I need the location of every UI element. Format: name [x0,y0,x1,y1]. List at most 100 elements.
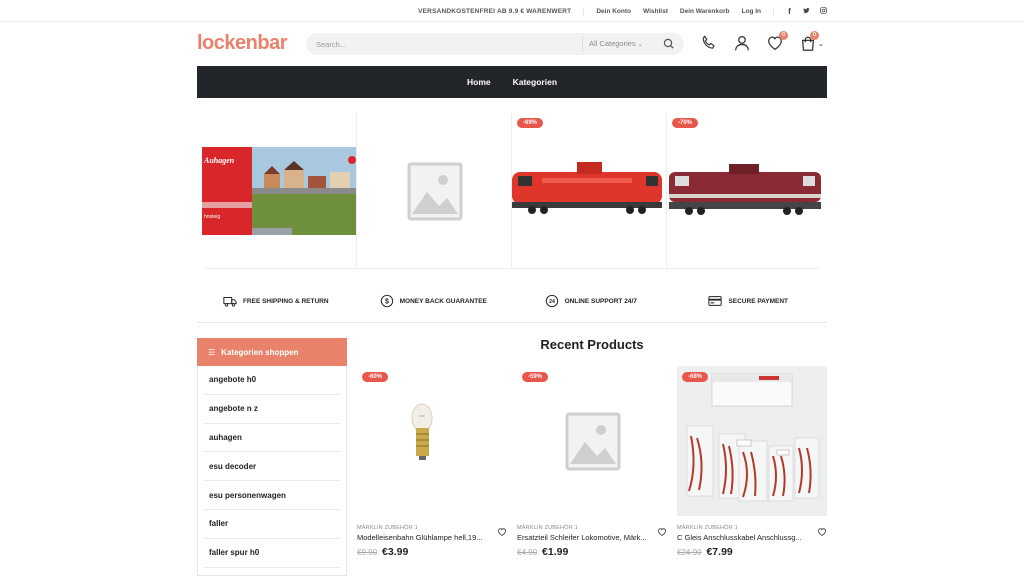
old-price: €4.90 [517,548,538,557]
product-price: €24.90 €7.99 [677,546,733,558]
add-to-wishlist-button[interactable] [657,524,667,537]
category-select-label: All Categories [589,39,636,48]
old-price: €24.90 [677,548,702,557]
product-name[interactable]: C Gleis Anschlusskabel Anschlussg... [677,533,815,542]
product-image [669,164,821,215]
product-image [512,162,662,214]
shipping-note: VERSANDKOSTENFREI AB 9.9 € WARENWERT [418,7,585,15]
svg-text:hnsteig: hnsteig [204,214,220,220]
support-24-icon: 24 [545,294,558,308]
hero-product-placeholder[interactable] [357,114,512,269]
sidebar-item-esu-personenwagen[interactable]: esu personenwagen [204,481,340,510]
logo[interactable]: lockenbar [197,32,287,55]
feature-label: FREE SHIPPING & RETURN [242,297,329,305]
sale-price: €3.99 [382,546,409,558]
instagram-icon[interactable] [820,6,827,16]
product-image[interactable] [677,366,827,516]
hero-product-auhagen[interactable]: Auhagen hnsteig [202,114,357,269]
product-name[interactable]: Modelleisenbahn Glühlampe hell,19... [357,533,495,542]
dollar-icon: $ [380,294,393,308]
search-input[interactable] [316,33,576,55]
top-bar: VERSANDKOSTENFREI AB 9.9 € WARENWERT Dei… [0,0,1024,22]
bulb-image [411,403,433,460]
truck-icon [223,297,237,307]
discount-badge: -70% [672,118,699,128]
feature-money-back: $ MONEY BACK GUARANTEE [355,286,513,316]
search-button[interactable] [662,37,676,51]
cart-button[interactable]: 0 ⌄ [799,31,827,54]
product-price: €4.90 €1.99 [517,546,568,558]
discount-badge: -59% [522,372,549,382]
top-bar-inner: VERSANDKOSTENFREI AB 9.9 € WARENWERT Dei… [418,0,827,22]
cart-count-badge: 0 [810,31,819,40]
product-card[interactable]: -60% MÄRKLIN ZUBEHÖR 1 Modelleisenbahn G… [357,366,507,576]
search-icon [663,38,674,49]
feature-label: MONEY BACK GUARANTEE [399,297,487,305]
discount-badge: -68% [682,372,709,382]
divider [205,268,819,269]
add-to-wishlist-button[interactable] [817,524,827,537]
sidebar-item-esu-decoder[interactable]: esu decoder [204,452,340,482]
sidebar-item-auhagen[interactable]: auhagen [204,424,340,453]
feature-shipping: FREE SHIPPING & RETURN [197,286,355,316]
sidebar-item-faller[interactable]: faller [204,510,340,539]
category-select[interactable]: All Categories ⌄ [582,36,643,52]
feature-secure-payment: SECURE PAYMENT [670,286,828,316]
header-icons: 0 0 ⌄ [687,31,827,54]
feature-support: 24 ONLINE SUPPORT 24/7 [512,286,670,316]
old-price: €9.90 [357,548,378,557]
nav-kategorien[interactable]: Kategorien [513,77,557,87]
account-link[interactable]: Dein Konto [596,8,631,15]
add-to-wishlist-button[interactable] [497,524,507,537]
sidebar-title: Kategorien shoppen [221,347,299,357]
hero-product-dark-red-locomotive[interactable]: -70% [667,114,822,269]
product-image[interactable] [357,366,507,516]
phone-icon [702,35,715,49]
wishlist-link[interactable]: Wishlist [643,8,668,15]
features-bar: FREE SHIPPING & RETURN $ MONEY BACK GUAR… [197,286,827,316]
card-icon [708,296,723,306]
product-category[interactable]: MÄRKLIN ZUBEHÖR 1 [517,525,578,531]
wishlist-count-badge: 0 [779,31,788,40]
twitter-icon[interactable] [803,7,810,16]
product-category[interactable]: MÄRKLIN ZUBEHÖR 1 [677,525,738,531]
hero-product-red-locomotive[interactable]: -69% [512,114,667,269]
sidebar-item-faller-spur-h0[interactable]: faller spur h0 [204,539,340,568]
menu-icon: ☰ [208,347,216,357]
product-card[interactable]: -68% MÄRKLIN ZUBEHÖR 1 C Gleis Anschluss… [677,366,827,576]
hero-products: Auhagen hnsteig -69% -70% [197,114,827,269]
heart-icon [658,528,666,537]
user-icon [735,35,749,51]
sidebar-item-angebote-h0[interactable]: angebote h0 [204,366,340,395]
main-nav: Home Kategorien [197,66,827,98]
feature-label: SECURE PAYMENT [728,297,789,305]
discount-badge: -60% [362,372,389,382]
header: lockenbar All Categories⌄ 0 0 ⌄ [197,22,827,66]
product-card[interactable]: -59% MÄRKLIN ZUBEHÖR 1 Ersatzteil Schlei… [517,366,667,576]
facebook-icon[interactable]: f [786,7,793,16]
product-category[interactable]: MÄRKLIN ZUBEHÖR 1 [357,525,418,531]
sidebar-header[interactable]: ☰ Kategorien shoppen [197,338,347,366]
cart-link[interactable]: Dein Warenkorb [680,8,730,15]
heart-icon [498,528,506,537]
sale-price: €7.99 [706,546,733,558]
placeholder-image-icon [407,162,463,221]
placeholder-image-icon [565,412,621,471]
account-button[interactable] [733,34,753,54]
section-title: Recent Products [540,337,644,352]
chevron-down-icon: ⌄ [818,41,824,48]
divider [197,322,827,323]
discount-badge: -69% [517,118,544,128]
search-bar: All Categories⌄ [306,33,684,55]
login-link[interactable]: Log In [742,7,774,15]
chevron-down-icon: ⌄ [637,42,643,48]
wishlist-button[interactable]: 0 [766,31,788,54]
nav-home[interactable]: Home [467,77,491,87]
sidebar-item-angebote-n-z[interactable]: angebote n z [204,395,340,424]
product-image[interactable] [517,366,667,516]
product-name[interactable]: Ersatzteil Schleifer Lokomotive, Märk... [517,533,655,542]
phone-button[interactable] [700,34,720,54]
product-price: €9.90 €3.99 [357,546,408,558]
svg-text:24: 24 [549,299,555,305]
svg-text:$: $ [385,299,389,306]
